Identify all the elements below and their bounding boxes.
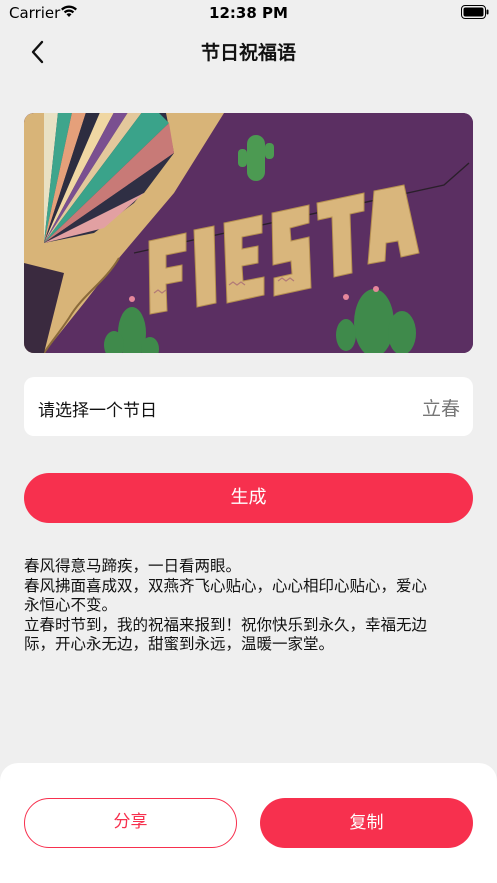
blessing-line: 春风拂面喜成双，双燕齐飞心贴心，心心相印心贴心，爱心 [24, 576, 428, 595]
nav-bar: 节日祝福语 [0, 26, 497, 76]
generate-button[interactable]: 生成 [24, 473, 473, 523]
page-title: 节日祝福语 [200, 42, 296, 64]
blessing-line: 永恒心不变。 [24, 596, 118, 614]
festival-selected-value[interactable]: 立春 [422, 394, 460, 421]
festival-prompt-label: 请选择一个节日 [38, 401, 157, 421]
blessing-line: 际，开心永无边，甜蜜到永远，温暖一家堂。 [24, 635, 335, 653]
bottom-action-panel: 分享 复制 [0, 763, 497, 883]
fiesta-banner-image [24, 113, 473, 353]
battery-icon [461, 5, 489, 19]
blessing-line: 春风得意马蹄疾，一日看两眼。 [24, 557, 242, 575]
status-bar: Carrier 12:38 PM [0, 0, 497, 26]
share-button[interactable]: 分享 [24, 798, 237, 848]
copy-button[interactable]: 复制 [260, 798, 473, 848]
status-time: 12:38 PM [209, 4, 288, 22]
festival-picker[interactable]: 请选择一个节日 立春 [24, 377, 473, 436]
blessing-line: 立春时节到，我的祝福来报到！祝你快乐到永久，幸福无边 [24, 615, 428, 634]
blessing-text: 春风得意马蹄疾，一日看两眼。 春风拂面喜成双，双燕齐飞心贴心，心心相印心贴心，爱… [24, 557, 473, 655]
